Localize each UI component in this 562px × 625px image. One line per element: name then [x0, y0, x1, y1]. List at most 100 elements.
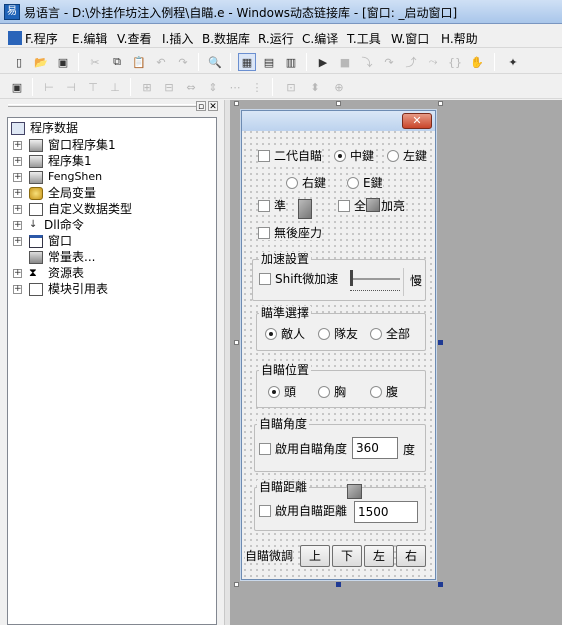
layout-view-3-icon[interactable]: ▥ — [282, 53, 300, 71]
wizard-icon[interactable]: ✦ — [504, 53, 522, 71]
close-panel-icon[interactable]: ✕ — [208, 101, 218, 112]
expand-icon[interactable]: + — [13, 141, 22, 150]
menu-tools[interactable]: T.工具 — [347, 30, 381, 47]
menu-database[interactable]: B.数据库 — [202, 30, 250, 47]
align-bottom-icon[interactable]: ⊥ — [106, 78, 124, 96]
team-radio[interactable]: 隊友 — [318, 327, 359, 341]
make-same-size-icon[interactable]: ⊡ — [282, 78, 300, 96]
layout-view-1-icon[interactable]: ▦ — [238, 53, 256, 71]
menu-program[interactable]: F.程序 — [8, 30, 58, 47]
panel-grip[interactable] — [8, 104, 198, 107]
tree-item[interactable]: 自定义数据类型 — [48, 201, 132, 217]
copy-icon[interactable]: ⧉ — [108, 53, 126, 71]
up-button[interactable]: 上 — [300, 545, 330, 567]
resize-handle[interactable] — [438, 340, 443, 345]
enemy-radio[interactable]: 敵人 — [265, 327, 306, 341]
belly-radio[interactable]: 腹 — [370, 385, 399, 399]
left-button[interactable]: 左 — [364, 545, 394, 567]
precise-checkbox[interactable]: 準 — [258, 199, 287, 213]
picture-box-icon[interactable] — [298, 199, 312, 219]
center-vertical-icon[interactable]: ⊟ — [160, 78, 178, 96]
tree-item[interactable]: 窗口 — [48, 233, 72, 249]
tree-item[interactable]: 资源表 — [48, 265, 84, 281]
e-key-radio[interactable]: E鍵 — [347, 176, 383, 190]
step-out-icon[interactable]: ⤴ — [402, 53, 420, 71]
tree-item[interactable]: 程序集1 — [48, 153, 92, 169]
resize-handle[interactable] — [336, 101, 341, 106]
tree-item[interactable]: 全局变量 — [48, 185, 96, 201]
expand-icon[interactable]: + — [13, 221, 22, 230]
undo-icon[interactable]: ↶ — [152, 53, 170, 71]
distance-input[interactable]: 1500 — [354, 501, 418, 523]
expand-icon[interactable]: + — [13, 237, 22, 246]
resize-handle[interactable] — [336, 582, 341, 587]
down-button[interactable]: 下 — [332, 545, 362, 567]
open-folder-icon[interactable]: 📂 — [32, 53, 50, 71]
picture-box-icon[interactable] — [366, 198, 380, 212]
all-radio[interactable]: 全部 — [370, 327, 411, 341]
layout-view-2-icon[interactable]: ▤ — [260, 53, 278, 71]
step-into-icon[interactable]: ⤵ — [358, 53, 376, 71]
align-top-icon[interactable]: ⊤ — [84, 78, 102, 96]
expand-icon[interactable]: + — [13, 205, 22, 214]
tree-item[interactable]: Dll命令 — [44, 217, 84, 233]
menu-compile[interactable]: C.编译 — [302, 30, 338, 47]
angle-input[interactable]: 360 — [352, 437, 398, 459]
chest-radio[interactable]: 胸 — [318, 385, 347, 399]
menu-view[interactable]: V.查看 — [117, 30, 151, 47]
grid-icon[interactable]: ⊕ — [330, 78, 348, 96]
resize-handle[interactable] — [234, 582, 239, 587]
highlight-checkbox[interactable]: 全 — [338, 199, 367, 213]
expand-icon[interactable]: + — [13, 157, 22, 166]
expand-icon[interactable]: + — [13, 189, 22, 198]
resize-handle[interactable] — [234, 340, 239, 345]
tree-item[interactable]: 窗口程序集1 — [48, 137, 116, 153]
form-close-button[interactable]: ✕ — [402, 113, 432, 129]
resize-handle[interactable] — [234, 101, 239, 106]
enable-angle-checkbox[interactable]: 啟用自瞄角度 — [259, 442, 348, 456]
menu-edit[interactable]: E.编辑 — [72, 30, 107, 47]
menu-help[interactable]: H.帮助 — [441, 30, 478, 47]
run-to-cursor-icon[interactable]: ⤳ — [424, 53, 442, 71]
speed-slider[interactable] — [346, 268, 404, 296]
align-left-icon[interactable]: ⊢ — [40, 78, 58, 96]
picture-box-icon[interactable] — [347, 484, 362, 499]
redo-icon[interactable]: ↷ — [174, 53, 192, 71]
expand-icon[interactable]: + — [13, 173, 22, 182]
space-vertical-icon[interactable]: ⋮ — [248, 78, 266, 96]
center-horizontal-icon[interactable]: ⊞ — [138, 78, 156, 96]
menu-run[interactable]: R.运行 — [258, 30, 294, 47]
right-button[interactable]: 右 — [396, 545, 426, 567]
hand-icon[interactable]: ✋ — [468, 53, 486, 71]
slider-thumb[interactable] — [350, 270, 353, 286]
find-icon[interactable]: 🔍 — [206, 53, 224, 71]
left-key-radio[interactable]: 左鍵 — [387, 149, 428, 163]
align-right-icon[interactable]: ⊣ — [62, 78, 80, 96]
run-icon[interactable]: ▶ — [314, 53, 332, 71]
space-horizontal-icon[interactable]: ⋯ — [226, 78, 244, 96]
right-key-radio[interactable]: 右鍵 — [286, 176, 327, 190]
second-gen-aim-checkbox[interactable]: 二代自瞄 — [258, 149, 323, 163]
step-over-icon[interactable]: ↷ — [380, 53, 398, 71]
tree-root[interactable]: 程序数据 — [30, 120, 78, 136]
menu-window[interactable]: W.窗口 — [391, 30, 429, 47]
expand-icon[interactable]: + — [13, 269, 22, 278]
form-icon[interactable]: ▣ — [8, 78, 26, 96]
enable-distance-checkbox[interactable]: 啟用自瞄距離 — [259, 504, 348, 518]
no-recoil-checkbox[interactable]: 無後座力 — [258, 226, 323, 240]
new-file-icon[interactable]: ▯ — [10, 53, 28, 71]
pin-icon[interactable]: ▫ — [196, 101, 206, 112]
middle-key-radio[interactable]: 中鍵 — [334, 149, 375, 163]
same-width-icon[interactable]: ⇔ — [182, 78, 200, 96]
tree-item[interactable]: 模块引用表 — [48, 281, 108, 297]
tree-item[interactable]: 常量表... — [48, 249, 95, 265]
stop-icon[interactable]: ■ — [336, 53, 354, 71]
cut-icon[interactable]: ✂ — [86, 53, 104, 71]
tree-item[interactable]: FengShen — [48, 169, 102, 185]
resize-icon[interactable]: ⬍ — [306, 78, 324, 96]
resize-handle[interactable] — [438, 582, 443, 587]
menu-insert[interactable]: I.插入 — [162, 30, 193, 47]
shift-boost-checkbox[interactable]: Shift微加速 — [259, 272, 339, 286]
same-height-icon[interactable]: ⇕ — [204, 78, 222, 96]
expand-icon[interactable]: + — [13, 285, 22, 294]
